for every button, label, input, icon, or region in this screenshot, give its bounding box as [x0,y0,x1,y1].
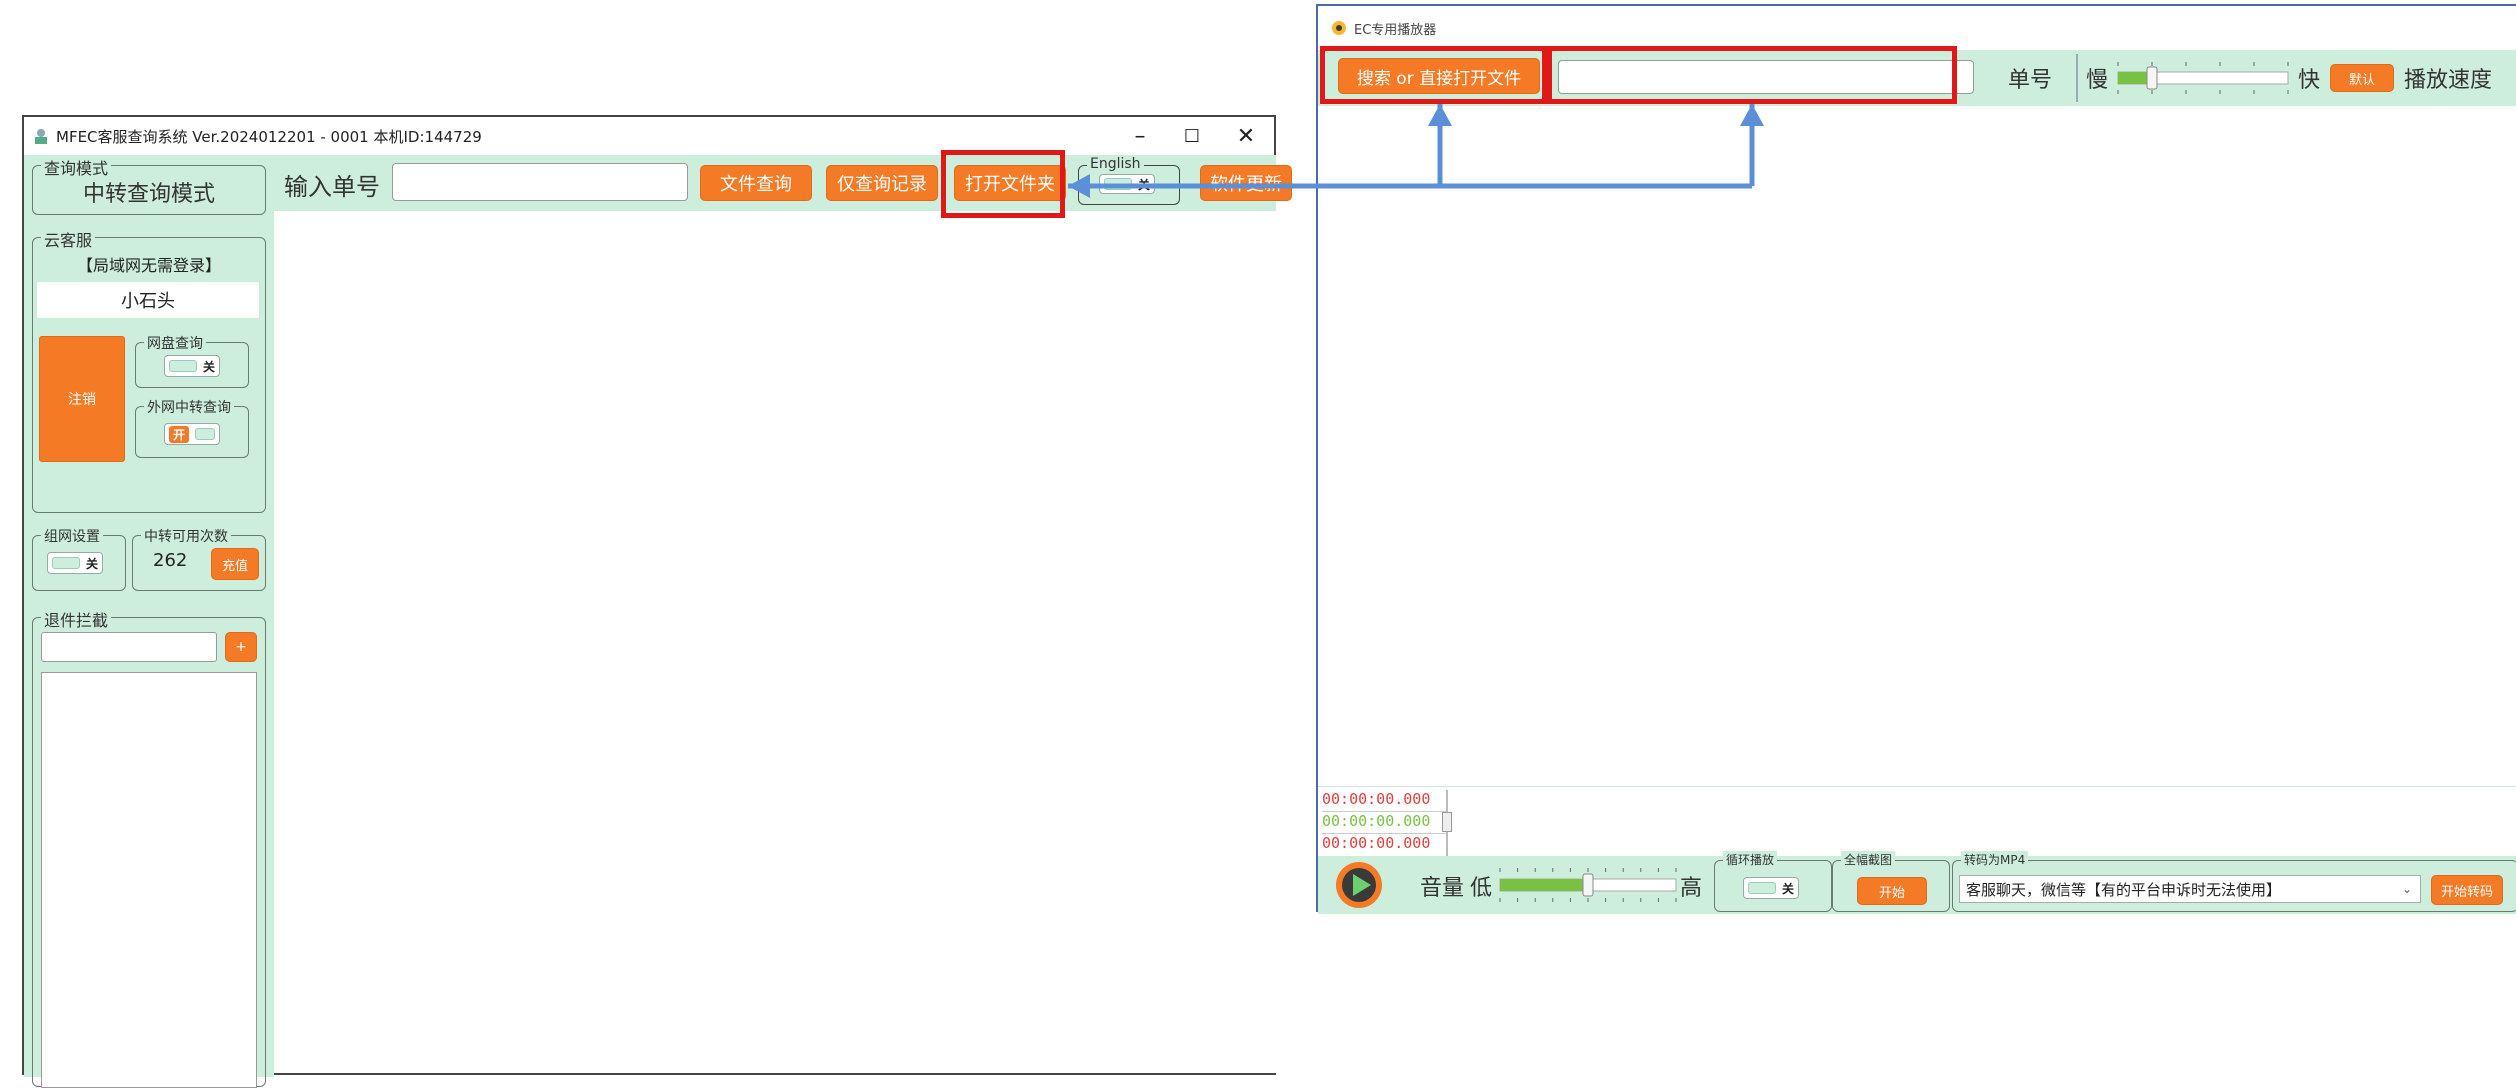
arrowhead-search-button [1428,104,1452,126]
annotation-arrows [1068,104,1764,198]
arrowhead-open-folder [1068,174,1090,198]
arrowhead-search-input [1740,104,1764,126]
